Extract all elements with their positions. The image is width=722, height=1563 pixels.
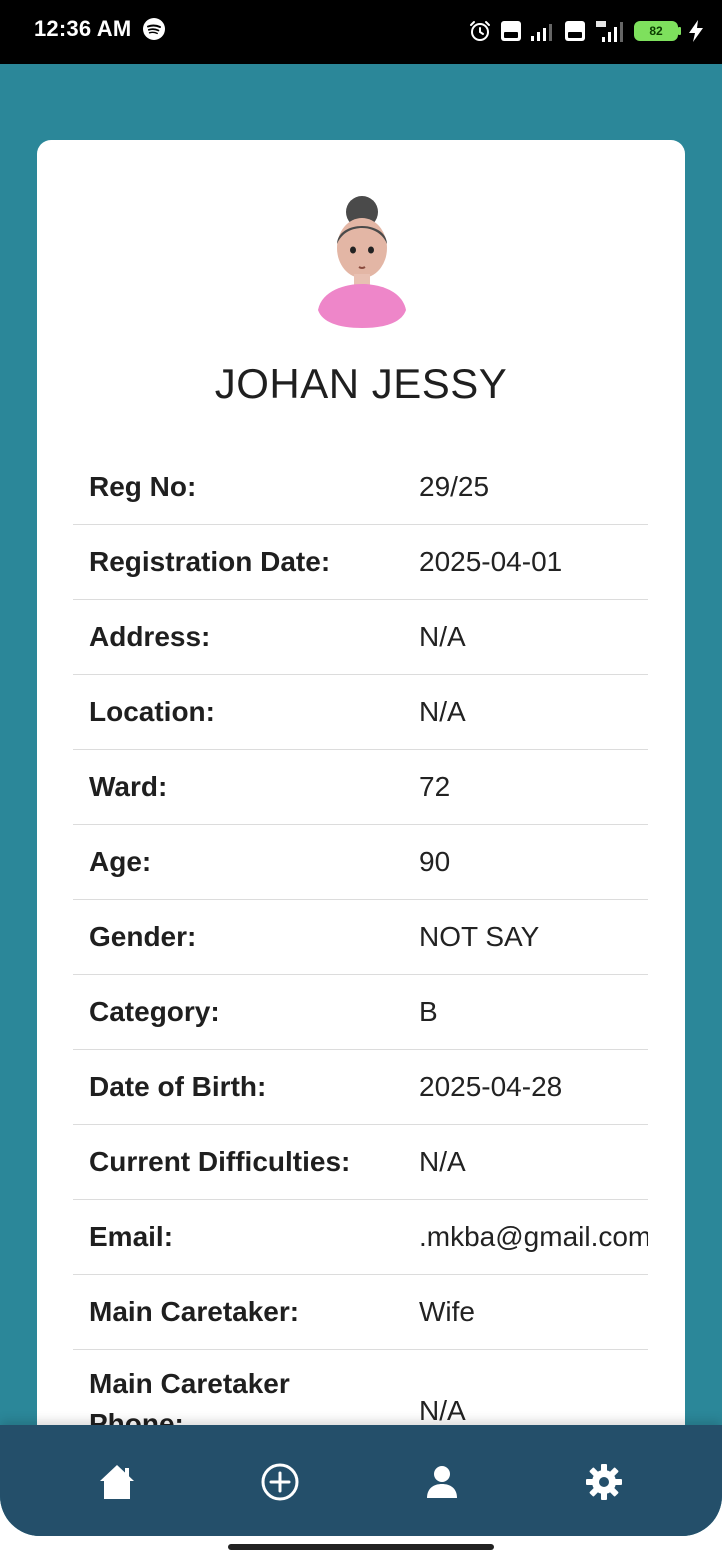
- settings-gear-icon[interactable]: [584, 1462, 624, 1502]
- alarm-icon: [470, 21, 490, 41]
- status-icons: 82: [468, 16, 706, 46]
- detail-label: Location:: [89, 696, 215, 727]
- battery-indicator: 82: [634, 21, 681, 41]
- detail-label: Registration Date:: [89, 546, 331, 577]
- volte-icon-2: [565, 21, 585, 41]
- detail-value: B: [419, 996, 438, 1027]
- detail-row: Email: .mkba@gmail.com: [73, 1200, 648, 1275]
- detail-value: NOT SAY: [419, 921, 540, 952]
- detail-label: Age:: [89, 846, 152, 877]
- detail-row: Category: B: [73, 975, 648, 1050]
- detail-value: N/A: [419, 696, 466, 727]
- signal-4g-icon: [596, 21, 623, 42]
- detail-value: N/A: [419, 1146, 466, 1177]
- spotify-icon: [143, 18, 165, 40]
- detail-label: Current Difficulties:: [89, 1146, 351, 1177]
- detail-row: Current Difficulties: N/A: [73, 1125, 648, 1200]
- status-bar: 12:36 AM 82: [0, 0, 722, 64]
- home-indicator[interactable]: [228, 1544, 494, 1550]
- detail-label: Address:: [89, 621, 211, 652]
- detail-label: Gender:: [89, 921, 197, 952]
- volte-icon: [501, 21, 521, 41]
- detail-value: 90: [419, 846, 451, 877]
- detail-row: Main Caretaker: Wife: [73, 1275, 648, 1350]
- detail-value: N/A: [419, 621, 466, 652]
- status-time: 12:36 AM: [34, 16, 132, 41]
- person-icon[interactable]: [422, 1462, 462, 1502]
- detail-value: 72: [419, 771, 451, 802]
- detail-row: Location: N/A: [73, 675, 648, 750]
- detail-row: Ward: 72: [73, 750, 648, 825]
- detail-row: Date of Birth: 2025-04-28: [73, 1050, 648, 1125]
- app-screen: 12:36 AM 82 JOHAN JESSY Reg No: 29/25 Re…: [0, 0, 722, 1536]
- detail-row: Reg No: 29/25: [73, 450, 648, 525]
- detail-value: .mkba@gmail.com: [419, 1221, 648, 1252]
- detail-row: Registration Date: 2025-04-01: [73, 525, 648, 600]
- detail-label: Date of Birth:: [89, 1071, 267, 1102]
- details-table: Reg No: 29/25 Registration Date: 2025-04…: [73, 450, 648, 1440]
- detail-label: Email:: [89, 1221, 174, 1252]
- woman-avatar-icon: [318, 196, 406, 328]
- detail-label: Category:: [89, 996, 220, 1027]
- detail-label: Main Caretaker:: [89, 1296, 300, 1327]
- detail-row: Gender: NOT SAY: [73, 900, 648, 975]
- detail-label: Ward:: [89, 771, 168, 802]
- detail-row: Age: 90: [73, 825, 648, 900]
- charging-icon: [689, 20, 703, 42]
- detail-value: 2025-04-01: [419, 546, 563, 577]
- detail-value: 29/25: [419, 471, 490, 502]
- detail-value: 2025-04-28: [419, 1071, 563, 1102]
- bottom-navigation: [0, 1425, 722, 1536]
- detail-label: Reg No:: [89, 471, 197, 502]
- detail-value: Wife: [419, 1296, 475, 1327]
- signal-icon: [531, 24, 552, 41]
- detail-row: Address: N/A: [73, 600, 648, 675]
- home-icon[interactable]: [97, 1462, 137, 1502]
- patient-name: JOHAN JESSY: [214, 360, 508, 407]
- profile-card: JOHAN JESSY Reg No: 29/25 Registration D…: [37, 140, 685, 1440]
- add-circle-icon[interactable]: [260, 1462, 300, 1502]
